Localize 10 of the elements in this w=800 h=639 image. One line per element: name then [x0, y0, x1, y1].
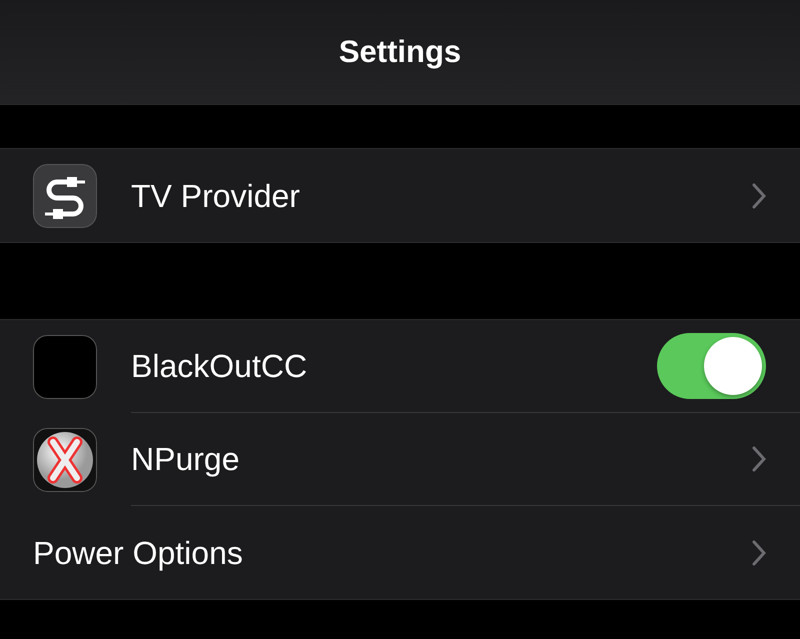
chevron-icon[interactable] — [752, 446, 766, 472]
setting-label: BlackOutCC — [131, 347, 308, 386]
page-title: Settings — [338, 32, 462, 71]
app-icon — [33, 334, 97, 398]
setting-label: TV Provider — [131, 176, 301, 216]
chevron-icon[interactable] — [752, 182, 766, 208]
cable-icon — [33, 164, 97, 228]
chevron-icon[interactable] — [752, 540, 766, 566]
setting-label: NPurge — [131, 440, 240, 479]
setting-label: Power Options — [33, 534, 244, 573]
